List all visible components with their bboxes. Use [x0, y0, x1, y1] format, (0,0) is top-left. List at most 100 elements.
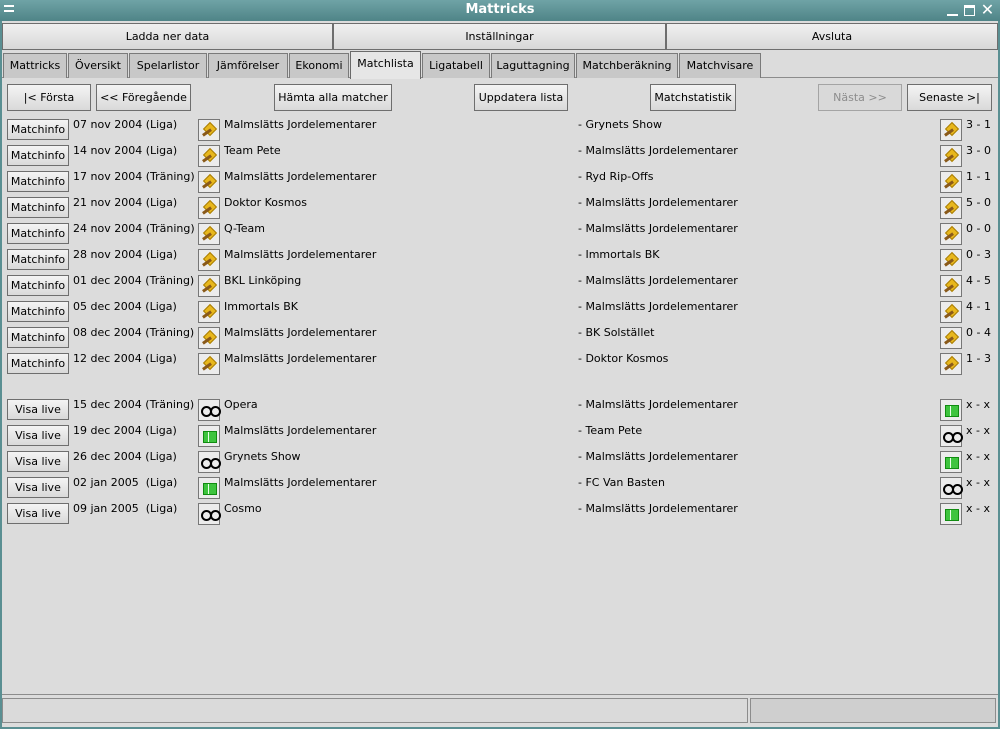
match-report-icon[interactable]	[940, 275, 962, 297]
pitch-icon[interactable]	[198, 425, 220, 447]
match-report-icon[interactable]	[940, 353, 962, 375]
glasses-icon[interactable]	[198, 451, 221, 473]
pitch-icon[interactable]	[940, 399, 962, 421]
match-report-icon[interactable]	[198, 145, 220, 167]
settings-button[interactable]: Inställningar	[333, 23, 666, 50]
watch-live-button[interactable]: Visa live	[7, 477, 69, 498]
fetch-all-matches-button[interactable]: Hämta alla matcher	[274, 84, 392, 111]
download-data-button[interactable]: Ladda ner data	[2, 23, 333, 50]
tab-laguttagning[interactable]: Laguttagning	[491, 53, 575, 78]
match-score: x - x	[966, 450, 990, 463]
match-info-button[interactable]: Matchinfo	[7, 119, 69, 140]
upcoming-match-row: Visa live 15 dec 2004 (Träning) Opera - …	[2, 398, 998, 424]
next-page-button[interactable]: Nästa >>	[818, 84, 902, 111]
match-report-icon[interactable]	[198, 119, 220, 141]
tab-jamforelser[interactable]: Jämförelser	[208, 53, 288, 78]
match-score: 0 - 0	[966, 222, 991, 235]
match-row: Matchinfo 17 nov 2004 (Träning) Malmslät…	[2, 170, 998, 196]
match-statistics-button[interactable]: Matchstatistik	[650, 84, 736, 111]
match-info-button[interactable]: Matchinfo	[7, 353, 69, 374]
tab-matchvisare[interactable]: Matchvisare	[679, 53, 761, 78]
match-info-button[interactable]: Matchinfo	[7, 327, 69, 348]
tab-bar: Mattricks Översikt Spelarlistor Jämförel…	[2, 51, 998, 79]
away-team: - Grynets Show	[578, 118, 662, 131]
match-info-button[interactable]: Matchinfo	[7, 301, 69, 322]
match-date: 15 dec 2004 (Träning)	[73, 398, 195, 411]
match-report-icon[interactable]	[198, 171, 220, 193]
home-team: Grynets Show	[224, 450, 301, 463]
tab-oversikt[interactable]: Översikt	[68, 53, 128, 78]
match-date: 09 jan 2005 (Liga)	[73, 502, 178, 515]
match-report-icon[interactable]	[940, 327, 962, 349]
watch-live-button[interactable]: Visa live	[7, 451, 69, 472]
close-icon[interactable]: ✕	[980, 2, 995, 18]
quit-button[interactable]: Avsluta	[666, 23, 998, 50]
match-date: 08 dec 2004 (Träning)	[73, 326, 195, 339]
match-report-icon[interactable]	[198, 353, 220, 375]
away-team: - Ryd Rip-Offs	[578, 170, 654, 183]
status-message	[2, 698, 748, 723]
match-report-icon[interactable]	[940, 119, 962, 141]
match-date: 28 nov 2004 (Liga)	[73, 248, 178, 261]
match-info-button[interactable]: Matchinfo	[7, 249, 69, 270]
update-list-button[interactable]: Uppdatera lista	[474, 84, 568, 111]
match-row: Matchinfo 12 dec 2004 (Liga) Malmslätts …	[2, 352, 998, 378]
match-report-icon[interactable]	[198, 327, 220, 349]
match-date: 02 jan 2005 (Liga)	[73, 476, 178, 489]
match-report-icon[interactable]	[940, 223, 962, 245]
match-score: x - x	[966, 476, 990, 489]
home-team: Malmslätts Jordelementarer	[224, 352, 377, 365]
maximize-icon[interactable]	[962, 3, 977, 18]
home-team: Team Pete	[224, 144, 281, 157]
match-report-icon[interactable]	[198, 197, 220, 219]
first-page-button[interactable]: |< Första	[7, 84, 91, 111]
match-report-icon[interactable]	[940, 171, 962, 193]
tab-ligatabell[interactable]: Ligatabell	[422, 53, 490, 78]
home-team: BKL Linköping	[224, 274, 302, 287]
match-report-icon[interactable]	[198, 223, 220, 245]
match-score: 1 - 1	[966, 170, 991, 183]
match-info-button[interactable]: Matchinfo	[7, 275, 69, 296]
previous-page-button[interactable]: << Föregående	[96, 84, 191, 111]
watch-live-button[interactable]: Visa live	[7, 503, 69, 524]
tab-matchberakning[interactable]: Matchberäkning	[576, 53, 678, 78]
match-row: Matchinfo 07 nov 2004 (Liga) Malmslätts …	[2, 118, 998, 144]
tab-spelarlistor[interactable]: Spelarlistor	[129, 53, 207, 78]
match-report-icon[interactable]	[198, 301, 220, 323]
match-info-button[interactable]: Matchinfo	[7, 171, 69, 192]
match-score: x - x	[966, 398, 990, 411]
minimize-icon[interactable]	[945, 3, 960, 18]
tab-ekonomi[interactable]: Ekonomi	[289, 53, 349, 78]
glasses-icon[interactable]	[198, 503, 221, 525]
glasses-icon[interactable]	[940, 477, 963, 499]
pitch-icon[interactable]	[940, 451, 962, 473]
match-info-button[interactable]: Matchinfo	[7, 145, 69, 166]
match-report-icon[interactable]	[940, 145, 962, 167]
glasses-icon[interactable]	[940, 425, 963, 447]
home-team: Malmslätts Jordelementarer	[224, 424, 377, 437]
watch-live-button[interactable]: Visa live	[7, 425, 69, 446]
last-page-button[interactable]: Senaste >|	[907, 84, 992, 111]
away-team: - Malmslätts Jordelementarer	[578, 274, 738, 287]
match-report-icon[interactable]	[940, 197, 962, 219]
pitch-icon[interactable]	[198, 477, 220, 499]
away-team: - Immortals BK	[578, 248, 660, 261]
match-date: 14 nov 2004 (Liga)	[73, 144, 178, 157]
match-report-icon[interactable]	[940, 249, 962, 271]
match-info-button[interactable]: Matchinfo	[7, 197, 69, 218]
watch-live-button[interactable]: Visa live	[7, 399, 69, 420]
match-report-icon[interactable]	[198, 249, 220, 271]
match-row: Matchinfo 01 dec 2004 (Träning) BKL Link…	[2, 274, 998, 300]
glasses-icon[interactable]	[198, 399, 221, 421]
match-score: 5 - 0	[966, 196, 991, 209]
match-report-icon[interactable]	[198, 275, 220, 297]
match-report-icon[interactable]	[940, 301, 962, 323]
tab-mattricks[interactable]: Mattricks	[3, 53, 67, 78]
home-team: Malmslätts Jordelementarer	[224, 326, 377, 339]
match-date: 21 nov 2004 (Liga)	[73, 196, 178, 209]
tab-matchlista[interactable]: Matchlista	[350, 51, 421, 79]
away-team: - Malmslätts Jordelementarer	[578, 144, 738, 157]
pitch-icon[interactable]	[940, 503, 962, 525]
match-score: 3 - 1	[966, 118, 991, 131]
match-info-button[interactable]: Matchinfo	[7, 223, 69, 244]
